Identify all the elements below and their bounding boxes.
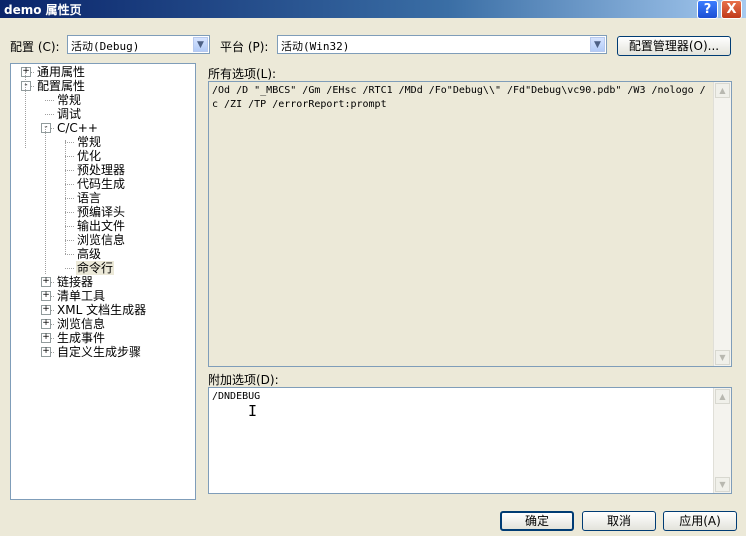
- help-button[interactable]: ?: [697, 0, 718, 19]
- scroll-up-icon[interactable]: ▲: [715, 83, 730, 98]
- all-options-label: 所有选项(L):: [208, 67, 277, 81]
- tree-item[interactable]: 预编译头: [11, 205, 195, 219]
- tree-item-label: 常规: [77, 135, 102, 149]
- tree-item-label: 自定义生成步骤: [57, 345, 142, 359]
- platform-select[interactable]: 活动(Win32) ▼: [277, 35, 607, 54]
- tree-item[interactable]: + 生成事件: [11, 331, 195, 345]
- tree-item[interactable]: + 清单工具: [11, 289, 195, 303]
- tree-item[interactable]: 优化: [11, 149, 195, 163]
- tree-item[interactable]: 浏览信息: [11, 233, 195, 247]
- tree-item-label: 优化: [77, 149, 102, 163]
- apply-button[interactable]: 应用(A): [663, 511, 737, 531]
- text-cursor-icon: I: [248, 402, 258, 420]
- config-select[interactable]: 活动(Debug) ▼: [67, 35, 210, 54]
- all-options-text: /Od /D "_MBCS" /Gm /EHsc /RTC1 /MDd /Fo"…: [212, 85, 706, 110]
- collapse-icon[interactable]: -: [41, 123, 51, 133]
- config-manager-button[interactable]: 配置管理器(O)...: [617, 36, 731, 56]
- tree-item-label: 清单工具: [57, 289, 106, 303]
- additional-options-scrollbar[interactable]: ▲ ▼: [713, 388, 731, 493]
- tree-connector: [65, 212, 74, 213]
- expand-icon[interactable]: +: [21, 67, 31, 77]
- tree-item-label: 命令行: [76, 261, 115, 275]
- collapse-icon[interactable]: -: [21, 81, 31, 91]
- close-button[interactable]: X: [721, 0, 742, 19]
- tree-item[interactable]: 预处理器: [11, 163, 195, 177]
- tree-item-label: 常规: [57, 93, 82, 107]
- scroll-down-icon[interactable]: ▼: [715, 350, 730, 365]
- tree-item-label: C/C++: [57, 121, 98, 135]
- expand-icon[interactable]: +: [41, 333, 51, 343]
- tree-item-label: 预处理器: [77, 163, 126, 177]
- tree-item[interactable]: 常规: [11, 135, 195, 149]
- additional-options-textbox[interactable]: /DNDEBUG ▲ ▼: [208, 387, 732, 494]
- tree-connector: [65, 170, 74, 171]
- tree-guide-line: [25, 71, 26, 148]
- tree-item[interactable]: 输出文件: [11, 219, 195, 233]
- tree-connector: [65, 198, 74, 199]
- tree-item-label: 配置属性: [37, 79, 86, 93]
- tree-item[interactable]: 代码生成: [11, 177, 195, 191]
- tree-item-label: 链接器: [57, 275, 94, 289]
- platform-select-value: 活动(Win32): [281, 40, 350, 53]
- config-label: 配置 (C):: [10, 40, 60, 54]
- window-title: demo 属性页: [4, 3, 82, 17]
- tree-guide-line: [45, 126, 46, 274]
- expand-icon[interactable]: +: [41, 319, 51, 329]
- platform-label: 平台 (P):: [220, 40, 269, 54]
- tree-item-label: 输出文件: [77, 219, 126, 233]
- tree-item[interactable]: + 自定义生成步骤: [11, 345, 195, 359]
- tree-item-label: 调试: [57, 107, 82, 121]
- tree-item[interactable]: 语言: [11, 191, 195, 205]
- tree-item[interactable]: 命令行: [11, 261, 195, 275]
- additional-options-label: 附加选项(D):: [208, 373, 279, 387]
- tree-item-label: XML 文档生成器: [57, 303, 147, 317]
- tree-connector: [65, 254, 74, 255]
- expand-icon[interactable]: +: [41, 305, 51, 315]
- tree-item[interactable]: - C/C++: [11, 121, 195, 135]
- help-icon: ?: [703, 2, 712, 17]
- tree-item-label: 生成事件: [57, 331, 106, 345]
- tree-connector: [65, 184, 74, 185]
- tree-connector: [65, 142, 74, 143]
- tree-connector: [65, 156, 74, 157]
- tree-item[interactable]: + 通用属性: [11, 65, 195, 79]
- config-select-value: 活动(Debug): [71, 40, 140, 53]
- ok-button[interactable]: 确定: [500, 511, 574, 531]
- expand-icon[interactable]: +: [41, 347, 51, 357]
- chevron-down-icon[interactable]: ▼: [590, 37, 605, 52]
- tree-connector: [65, 226, 74, 227]
- all-options-textbox[interactable]: /Od /D "_MBCS" /Gm /EHsc /RTC1 /MDd /Fo"…: [208, 81, 732, 367]
- scroll-up-icon[interactable]: ▲: [715, 389, 730, 404]
- tree-item-label: 语言: [77, 191, 102, 205]
- tree-item[interactable]: + XML 文档生成器: [11, 303, 195, 317]
- property-tree[interactable]: + 通用属性 - 配置属性 常规 调试 - C/C++ 常规 优化 预处理器 代码生成 语言 预编译头 输出…: [10, 63, 196, 500]
- tree-item-label: 浏览信息: [77, 233, 126, 247]
- tree-item[interactable]: - 配置属性: [11, 79, 195, 93]
- cancel-button[interactable]: 取消: [582, 511, 656, 531]
- tree-connector: [45, 114, 54, 115]
- tree-item[interactable]: + 链接器: [11, 275, 195, 289]
- tree-item-label: 高级: [77, 247, 102, 261]
- tree-connector: [65, 268, 74, 269]
- tree-item[interactable]: 调试: [11, 107, 195, 121]
- expand-icon[interactable]: +: [41, 291, 51, 301]
- tree-item-label: 预编译头: [77, 205, 126, 219]
- tree-item-label: 通用属性: [37, 65, 86, 79]
- title-bar[interactable]: demo 属性页 ? X: [0, 0, 746, 19]
- scroll-down-icon[interactable]: ▼: [715, 477, 730, 492]
- additional-options-text: /DNDEBUG: [212, 391, 261, 402]
- chevron-down-icon[interactable]: ▼: [193, 37, 208, 52]
- tree-connector: [45, 100, 54, 101]
- close-icon: X: [726, 2, 737, 17]
- tree-item-label: 浏览信息: [57, 317, 106, 331]
- tree-guide-line: [65, 140, 66, 254]
- tree-item[interactable]: 常规: [11, 93, 195, 107]
- tree-connector: [65, 240, 74, 241]
- tree-item[interactable]: + 浏览信息: [11, 317, 195, 331]
- tree-item-label: 代码生成: [77, 177, 126, 191]
- tree-item[interactable]: 高级: [11, 247, 195, 261]
- all-options-scrollbar[interactable]: ▲ ▼: [713, 82, 731, 366]
- expand-icon[interactable]: +: [41, 277, 51, 287]
